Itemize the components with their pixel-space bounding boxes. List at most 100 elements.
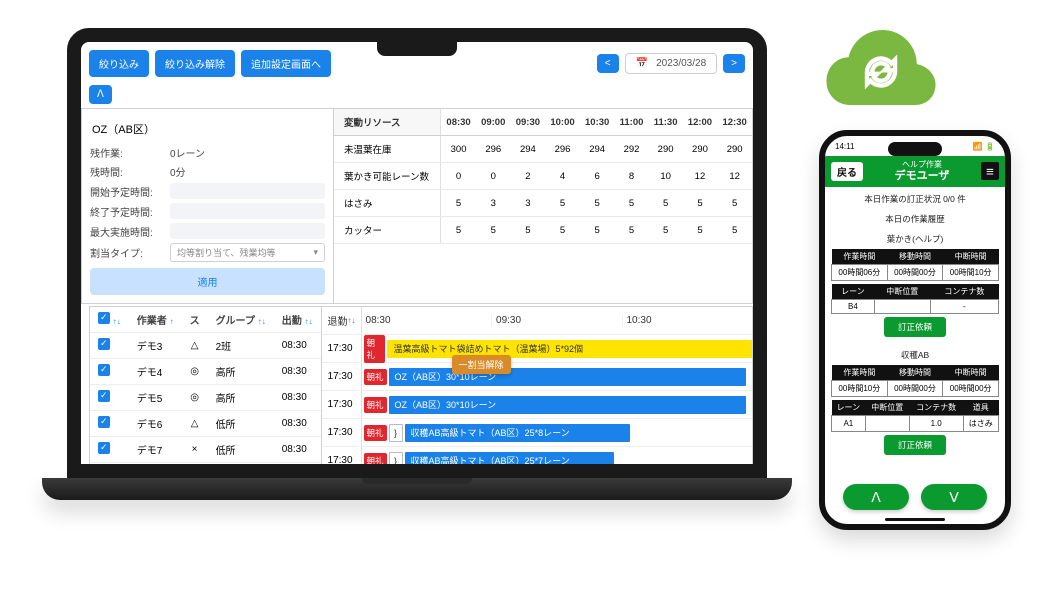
row-checkbox[interactable] <box>98 416 110 428</box>
start-time-input[interactable] <box>170 183 325 199</box>
resource-value: 300 <box>441 136 476 163</box>
time-tick: 09:30 <box>491 315 621 326</box>
max-time-input[interactable] <box>170 223 325 239</box>
resource-value: 3 <box>511 190 546 217</box>
scroll-down-button[interactable]: ᐯ <box>921 484 987 510</box>
worker-name: デモ4 <box>129 359 182 385</box>
arrive-time: 08:30 <box>274 333 321 359</box>
cell-value: - <box>930 299 998 313</box>
cell-value: 00時間10分 <box>832 380 888 396</box>
col-worker[interactable]: 作業者 ↑ <box>129 307 182 333</box>
status-icon: ◎ <box>182 385 208 411</box>
scroll-up-button[interactable]: ᐱ <box>843 484 909 510</box>
col-arrive[interactable]: 出勤 ↑↓ <box>274 307 321 333</box>
cell-value: A1 <box>832 415 866 431</box>
correction-request-button[interactable]: 訂正依頼 <box>884 435 946 455</box>
status-icon: △ <box>182 333 208 359</box>
phone-footer: ᐱ ᐯ <box>825 484 1005 510</box>
row-value: 0分 <box>170 164 325 179</box>
resource-value: 5 <box>717 217 752 244</box>
revision-status: 本日作業の訂正状況 0/0 件 <box>831 189 999 209</box>
row-checkbox[interactable] <box>98 390 110 402</box>
status-icons: 📶 🔋 <box>973 142 995 151</box>
row-checkbox[interactable] <box>98 442 110 454</box>
cell-value: 00時間10分 <box>943 264 999 280</box>
status-time: 14:11 <box>835 142 854 151</box>
row-checkbox[interactable] <box>98 364 110 376</box>
resource-value: 5 <box>614 190 648 217</box>
cell-value: B4 <box>832 299 875 313</box>
resource-table-panel: 変動リソース08:3009:0009:3010:0010:3011:0011:3… <box>333 108 753 304</box>
resource-value: 6 <box>580 163 615 190</box>
resource-value: 5 <box>511 217 546 244</box>
col-group[interactable]: グループ ↑↓ <box>208 307 274 333</box>
select-all-checkbox[interactable] <box>98 312 110 324</box>
resource-value: 5 <box>683 217 718 244</box>
correction-request-button[interactable]: 訂正依頼 <box>884 317 946 337</box>
assign-type-select[interactable]: 均等割り当て、残業均等 ▾ <box>170 243 325 262</box>
add-settings-button[interactable]: 追加設定画面へ <box>241 50 331 77</box>
resource-value: 4 <box>545 163 580 190</box>
task-bar[interactable]: 温葉高級トマト袋詰めトマト（温葉場）5*92個 <box>387 340 752 358</box>
unassign-popover[interactable]: 一割当解除 <box>452 355 511 374</box>
menu-button[interactable]: ≡ <box>981 162 999 180</box>
row-label: 残作業: <box>90 145 170 160</box>
time-header: 12:30 <box>717 109 752 136</box>
morning-badge: 朝礼 <box>364 335 386 363</box>
resource-value: 3 <box>476 190 511 217</box>
resource-value: 5 <box>649 217 683 244</box>
resource-value: 5 <box>614 217 648 244</box>
time-header: 10:00 <box>545 109 580 136</box>
collapse-panel-button[interactable]: ᐱ <box>89 85 112 104</box>
task-bar[interactable]: 収穫AB高級トマト（AB区）25*8レーン <box>405 424 630 442</box>
cell-value: はさみ <box>963 415 998 431</box>
arrive-time: 08:30 <box>274 437 321 463</box>
date-picker[interactable]: 📅 2023/03/28 <box>625 53 718 74</box>
task-bar[interactable]: OZ（AB区）30*10レーン <box>389 368 746 386</box>
prev-date-button[interactable]: < <box>597 54 619 73</box>
resource-name: はさみ <box>334 190 441 217</box>
resource-value: 10 <box>649 163 683 190</box>
task-bar[interactable]: 収穫AB高級トマト（AB区）25*7レーン <box>405 452 615 465</box>
cell-value: 1.0 <box>909 415 963 431</box>
group-name: 低所 <box>208 437 274 463</box>
time-tick: 10:30 <box>622 315 752 326</box>
row-checkbox[interactable] <box>98 338 110 350</box>
status-icon: △ <box>182 411 208 437</box>
col-leave[interactable]: 退勤 ↑↓ <box>322 307 362 334</box>
status-icon: ◎ <box>182 359 208 385</box>
cell-value: 00時間00分 <box>943 380 999 396</box>
time-header: 10:30 <box>580 109 615 136</box>
next-date-button[interactable]: > <box>723 54 745 73</box>
col-header: コンテナ数 <box>930 284 998 300</box>
resource-value: 0 <box>441 163 476 190</box>
phone-header: 戻る ヘルプ作業 デモユーザ ≡ <box>825 156 1005 187</box>
resource-value: 5 <box>545 190 580 217</box>
cell-value <box>865 415 909 431</box>
leave-time: 17:30 <box>322 335 362 362</box>
col-status[interactable]: ス <box>182 307 208 333</box>
end-time-input[interactable] <box>170 203 325 219</box>
resource-value: 12 <box>717 163 752 190</box>
row-label: 最大実施時間: <box>90 224 170 239</box>
resource-value: 0 <box>476 163 511 190</box>
resource-value: 5 <box>441 190 476 217</box>
back-button[interactable]: 戻る <box>831 162 863 181</box>
laptop-device: 絞り込み 絞り込み解除 追加設定画面へ < 📅 2023/03/28 > ᐱ O… <box>42 28 792 548</box>
resource-name: 未温葉在庫 <box>334 136 441 163</box>
clear-filter-button[interactable]: 絞り込み解除 <box>155 50 235 77</box>
group-name: 2班 <box>208 333 274 359</box>
work-section: 葉かき(ヘルプ) 作業時間移動時間中断時間00時間06分00時間00分00時間1… <box>831 229 999 337</box>
chevron-down-icon: ▾ <box>313 247 318 258</box>
schedule-row: デモ7 × 低所 08:30 <box>90 437 321 463</box>
task-bar[interactable]: OZ（AB区）30*10レーン <box>389 396 746 414</box>
morning-badge: 朝礼 <box>364 369 387 385</box>
group-name: 高所 <box>208 359 274 385</box>
time-header: 09:00 <box>476 109 511 136</box>
header-subtitle: ヘルプ作業 <box>869 160 975 170</box>
apply-button[interactable]: 適用 <box>90 268 325 295</box>
resource-name: カッター <box>334 217 441 244</box>
resource-row: 葉かき可能レーン数002468101212 <box>334 163 752 190</box>
schedule-panel: ↑↓ 作業者 ↑ ス グループ ↑↓ 出勤 ↑↓ デモ3 △ 2班 08:30 … <box>89 306 753 464</box>
filter-button[interactable]: 絞り込み <box>89 50 149 77</box>
